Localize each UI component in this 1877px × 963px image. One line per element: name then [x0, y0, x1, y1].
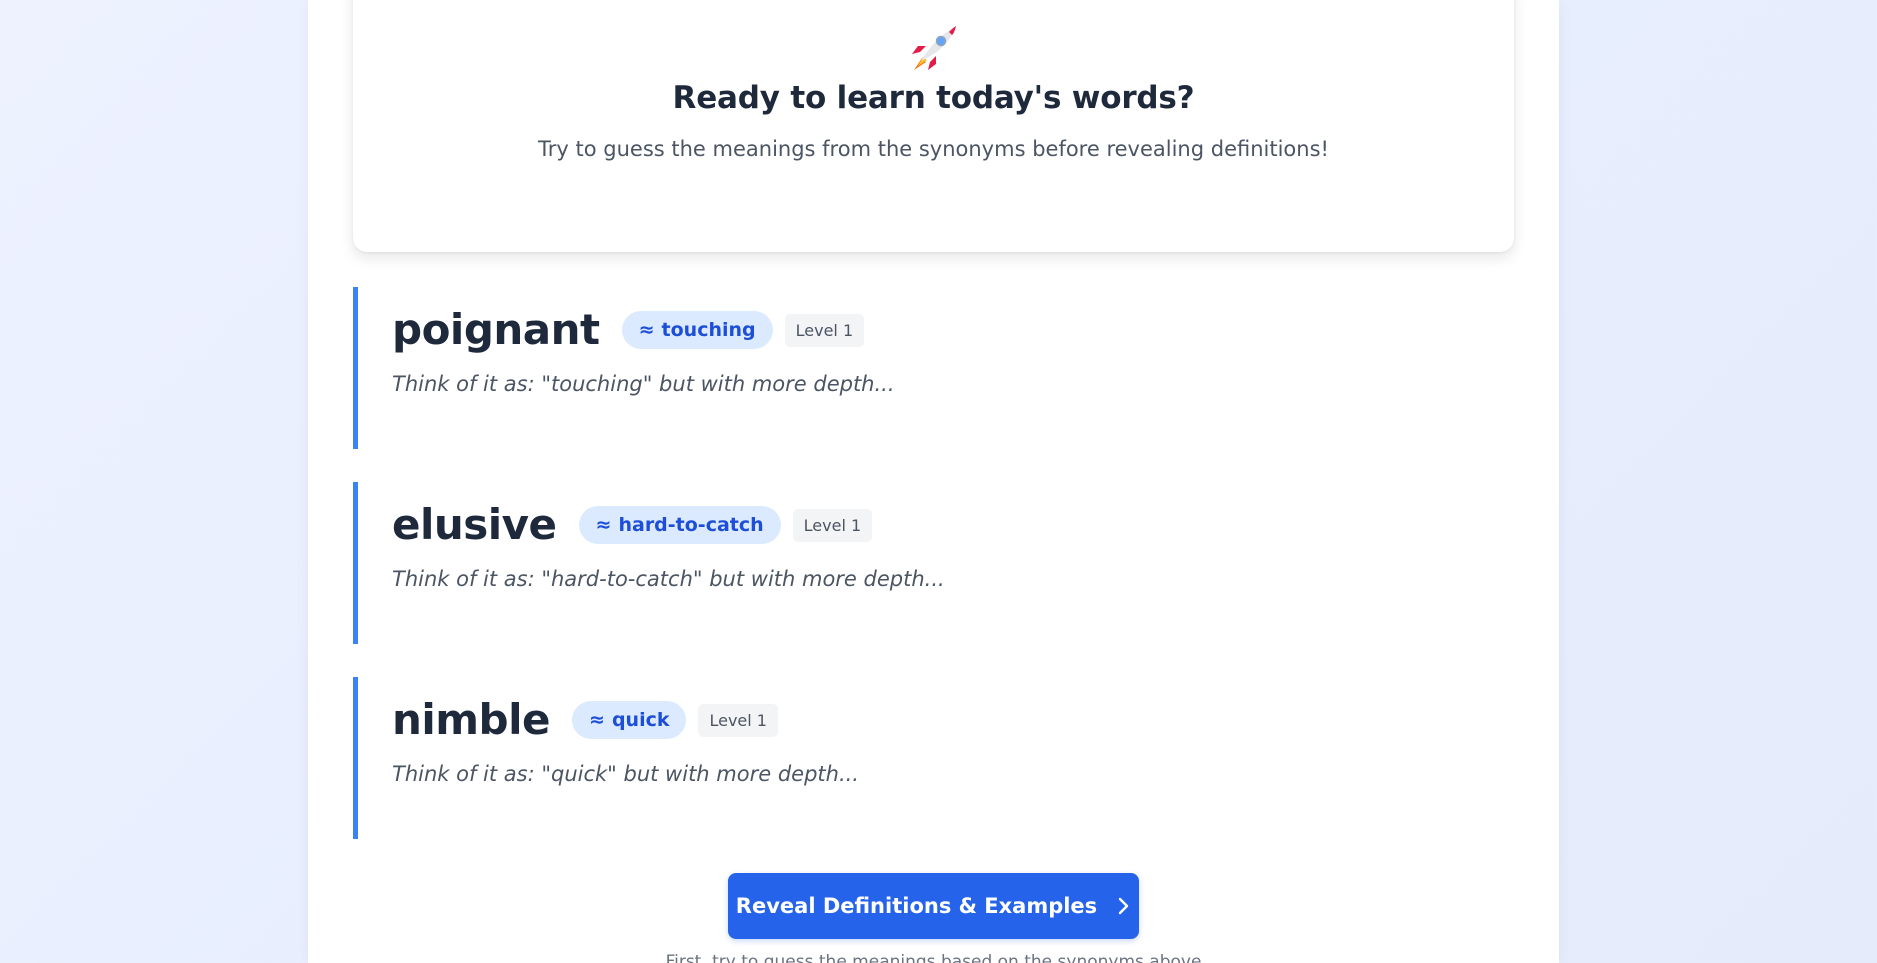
hero-subtitle: Try to guess the meanings from the synon… [538, 137, 1329, 161]
word-header: poignant ≈ touching Level 1 [392, 305, 865, 354]
rocket-icon [353, 22, 1514, 74]
word-hint: Think of it as: "touching" but with more… [392, 372, 895, 396]
word-title: nimble [392, 695, 551, 744]
word-hint: Think of it as: "hard-to-catch" but with… [392, 567, 945, 591]
approx-icon: ≈ [638, 319, 655, 341]
footer-hint: First, try to guess the meanings based o… [665, 952, 1202, 963]
word-card-poignant: poignant ≈ touching Level 1 Think of it … [353, 287, 1514, 449]
word-title: elusive [392, 500, 557, 549]
main-page: Ready to learn today's words? Try to gue… [308, 0, 1559, 963]
synonym-pill: ≈ quick [572, 701, 687, 739]
approx-icon: ≈ [595, 514, 612, 536]
word-card-elusive: elusive ≈ hard-to-catch Level 1 Think of… [353, 482, 1514, 644]
intro-card: Ready to learn today's words? Try to gue… [353, 0, 1514, 252]
word-title: poignant [392, 305, 600, 354]
level-badge: Level 1 [784, 313, 865, 347]
synonym-label: quick [611, 709, 670, 731]
reveal-definitions-button[interactable]: Reveal Definitions & Examples [728, 873, 1139, 939]
approx-icon: ≈ [589, 709, 605, 731]
level-badge: Level 1 [698, 703, 778, 737]
synonym-pill: ≈ touching [621, 311, 773, 349]
word-header: elusive ≈ hard-to-catch Level 1 [392, 500, 873, 549]
synonym-label: hard-to-catch [618, 514, 764, 536]
word-card-nimble: nimble ≈ quick Level 1 Think of it as: "… [353, 677, 1514, 839]
chevron-right-icon [1117, 896, 1131, 916]
word-hint: Think of it as: "quick" but with more de… [392, 762, 859, 786]
hero-title: Ready to learn today's words? [672, 80, 1195, 116]
synonym-label: touching [661, 319, 756, 341]
word-header: nimble ≈ quick Level 1 [392, 699, 778, 741]
synonym-pill: ≈ hard-to-catch [578, 506, 781, 544]
reveal-button-label: Reveal Definitions & Examples [735, 894, 1098, 918]
level-badge: Level 1 [792, 508, 873, 542]
